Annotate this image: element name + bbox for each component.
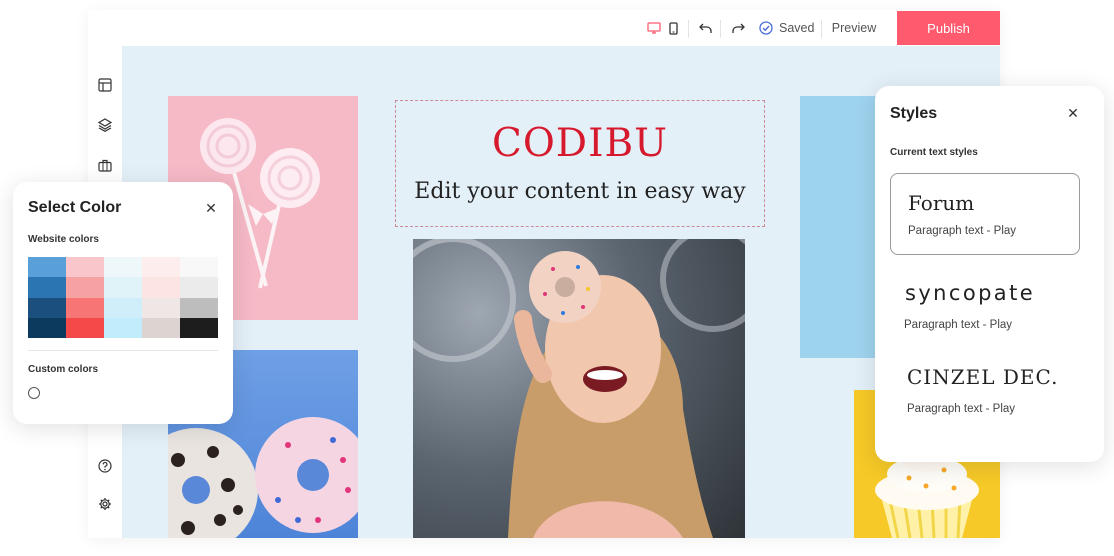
hero-text-block[interactable]: CODIBU Edit your content in easy way <box>395 100 765 227</box>
color-swatch[interactable] <box>142 297 180 318</box>
color-swatch[interactable] <box>142 317 180 338</box>
current-text-styles-label: Current text styles <box>890 147 978 158</box>
panel-divider <box>28 350 218 351</box>
briefcase-icon[interactable] <box>96 156 114 174</box>
editor-toolbar: Saved Preview Publish <box>88 10 1000 46</box>
color-swatch[interactable] <box>28 277 66 298</box>
redo-icon[interactable] <box>729 10 747 46</box>
style-paragraph-label: Paragraph text - Play <box>904 319 1013 331</box>
page-canvas[interactable]: CODIBU Edit your content in easy way <box>122 46 1000 538</box>
style-paragraph-label: Paragraph text - Play <box>907 403 1016 415</box>
custom-colors-label: Custom colors <box>28 364 99 375</box>
color-swatch[interactable] <box>180 297 218 318</box>
mobile-icon[interactable] <box>666 10 680 46</box>
saved-label: Saved <box>779 21 815 35</box>
color-swatch[interactable] <box>180 277 218 298</box>
color-swatch[interactable] <box>104 257 142 278</box>
panel-title: Select Color <box>28 199 122 216</box>
style-font-name: CINZEL DEC. <box>907 365 1059 389</box>
panel-title: Styles <box>890 105 938 122</box>
color-swatch[interactable] <box>104 277 142 298</box>
website-colors-label: Website colors <box>28 234 99 245</box>
style-font-name: Forum <box>908 191 975 215</box>
hero-tagline[interactable]: Edit your content in easy way <box>414 179 745 204</box>
text-style-option-syncopate[interactable]: syncopate Paragraph text - Play <box>890 266 1080 346</box>
custom-color-radio[interactable] <box>28 387 40 399</box>
saved-status: Saved <box>759 10 819 46</box>
color-swatch[interactable] <box>104 297 142 318</box>
text-style-option-cinzel[interactable]: CINZEL DEC. Paragraph text - Play <box>890 350 1080 430</box>
styles-panel: Styles ✕ Current text styles Forum Parag… <box>875 86 1104 462</box>
color-swatch[interactable] <box>142 257 180 278</box>
style-paragraph-label: Paragraph text - Play <box>908 225 1017 237</box>
preview-button[interactable]: Preview <box>829 10 879 46</box>
color-swatch[interactable] <box>28 297 66 318</box>
toolbar-divider <box>720 20 721 38</box>
undo-icon[interactable] <box>696 10 714 46</box>
color-swatch[interactable] <box>66 297 104 318</box>
brand-title[interactable]: CODIBU <box>492 124 668 163</box>
toolbar-divider <box>688 20 689 38</box>
help-icon[interactable] <box>96 457 114 475</box>
close-icon[interactable]: ✕ <box>203 200 219 216</box>
website-color-swatches <box>28 257 218 338</box>
color-swatch[interactable] <box>180 317 218 338</box>
check-circle-icon <box>759 21 773 35</box>
color-swatch[interactable] <box>104 317 142 338</box>
color-swatch[interactable] <box>66 257 104 278</box>
color-swatch[interactable] <box>66 277 104 298</box>
desktop-icon[interactable] <box>645 10 663 46</box>
select-color-panel: Select Color ✕ Website colors Custom col… <box>13 182 233 424</box>
editor-screenshot: Saved Preview Publish CODIBU Edit your c… <box>0 0 1114 556</box>
toolbar-divider <box>821 20 822 38</box>
woman-with-donut-image[interactable] <box>413 239 745 538</box>
close-icon[interactable]: ✕ <box>1065 105 1081 121</box>
text-style-option-forum[interactable]: Forum Paragraph text - Play <box>890 173 1080 255</box>
color-swatch[interactable] <box>180 257 218 278</box>
publish-button[interactable]: Publish <box>897 11 1000 45</box>
style-font-name: syncopate <box>905 281 1036 305</box>
color-swatch[interactable] <box>66 317 104 338</box>
color-swatch[interactable] <box>28 317 66 338</box>
color-swatch[interactable] <box>28 257 66 278</box>
color-swatch[interactable] <box>142 277 180 298</box>
layout-icon[interactable] <box>96 76 114 94</box>
settings-icon[interactable] <box>96 495 114 513</box>
layers-icon[interactable] <box>96 116 114 134</box>
